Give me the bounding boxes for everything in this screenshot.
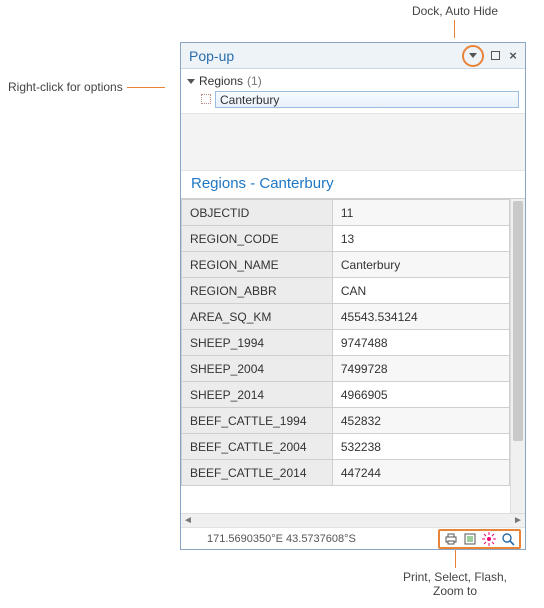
tree-empty-area xyxy=(181,113,525,171)
callout-dock-autohide: Dock, Auto Hide xyxy=(412,4,498,38)
popup-window: Pop-up × Regions (1) Canterbury Regions … xyxy=(180,42,526,550)
callout-bottom-text-2: Zoom to xyxy=(390,584,520,598)
scroll-left-icon[interactable]: ◄ xyxy=(181,515,195,526)
attr-key: BEEF_CATTLE_2004 xyxy=(182,434,333,460)
table-row[interactable]: BEEF_CATTLE_2004532238 xyxy=(182,434,510,460)
attr-key: SHEEP_2014 xyxy=(182,382,333,408)
callout-rightclick: Right-click for options xyxy=(8,80,165,94)
table-row[interactable]: BEEF_CATTLE_2014447244 xyxy=(182,460,510,486)
attr-key: REGION_ABBR xyxy=(182,278,333,304)
select-button[interactable] xyxy=(462,531,478,547)
attr-key: SHEEP_2004 xyxy=(182,356,333,382)
vertical-scrollbar[interactable] xyxy=(510,199,525,513)
print-button[interactable] xyxy=(443,531,459,547)
attr-value[interactable]: 4966905 xyxy=(332,382,509,408)
chevron-down-icon xyxy=(469,53,477,58)
tree-selected-feature[interactable]: Canterbury xyxy=(215,91,519,108)
attr-key: SHEEP_1994 xyxy=(182,330,333,356)
expander-icon xyxy=(187,79,195,84)
table-row[interactable]: SHEEP_20144966905 xyxy=(182,382,510,408)
table-row[interactable]: SHEEP_19949747488 xyxy=(182,330,510,356)
feature-tree: Regions (1) Canterbury xyxy=(181,69,525,111)
attr-key: REGION_CODE xyxy=(182,226,333,252)
attr-key: OBJECTID xyxy=(182,200,333,226)
flash-button[interactable] xyxy=(481,531,497,547)
feature-symbol-icon xyxy=(201,94,211,104)
attr-key: AREA_SQ_KM xyxy=(182,304,333,330)
attr-value[interactable]: 13 xyxy=(332,226,509,252)
attr-value[interactable]: CAN xyxy=(332,278,509,304)
popup-toolbar xyxy=(438,529,521,549)
coordinates-readout: 171.5690350°E 43.5737608°S xyxy=(207,533,356,545)
attr-key: BEEF_CATTLE_1994 xyxy=(182,408,333,434)
attributes-grid: OBJECTID11REGION_CODE13REGION_NAMECanter… xyxy=(181,199,510,513)
attr-key: REGION_NAME xyxy=(182,252,333,278)
table-row[interactable]: BEEF_CATTLE_1994452832 xyxy=(182,408,510,434)
tree-layer-count: (1) xyxy=(247,74,262,88)
callout-left-text: Right-click for options xyxy=(8,80,123,94)
window-title: Pop-up xyxy=(189,48,462,64)
attr-value[interactable]: 45543.534124 xyxy=(332,304,509,330)
attributes-section-title: Regions - Canterbury xyxy=(181,171,525,198)
callout-toolbar: Print, Select, Flash, Zoom to xyxy=(390,546,520,598)
attr-value[interactable]: 532238 xyxy=(332,434,509,460)
callout-bottom-text-1: Print, Select, Flash, xyxy=(390,570,520,584)
window-options-dropdown[interactable] xyxy=(462,45,484,67)
attr-value[interactable]: Canterbury xyxy=(332,252,509,278)
attr-value[interactable]: 447244 xyxy=(332,460,509,486)
attr-key: BEEF_CATTLE_2014 xyxy=(182,460,333,486)
vertical-scrollbar-thumb[interactable] xyxy=(513,201,523,441)
scroll-right-icon[interactable]: ► xyxy=(511,515,525,526)
status-bar: 171.5690350°E 43.5737608°S xyxy=(181,527,525,549)
attr-value[interactable]: 11 xyxy=(332,200,509,226)
attributes-grid-wrap: OBJECTID11REGION_CODE13REGION_NAMECanter… xyxy=(181,198,525,513)
zoom-to-button[interactable] xyxy=(500,531,516,547)
attr-value[interactable]: 7499728 xyxy=(332,356,509,382)
tree-feature-row[interactable]: Canterbury xyxy=(201,90,519,108)
auto-hide-button[interactable] xyxy=(487,48,503,64)
titlebar: Pop-up × xyxy=(181,43,525,69)
tree-layer-row[interactable]: Regions (1) xyxy=(187,73,519,89)
attr-value[interactable]: 9747488 xyxy=(332,330,509,356)
table-row[interactable]: OBJECTID11 xyxy=(182,200,510,226)
table-row[interactable]: REGION_CODE13 xyxy=(182,226,510,252)
tree-layer-name: Regions xyxy=(199,74,243,88)
table-row[interactable]: AREA_SQ_KM45543.534124 xyxy=(182,304,510,330)
horizontal-scrollbar[interactable]: ◄ ► xyxy=(181,513,525,527)
table-row[interactable]: SHEEP_20047499728 xyxy=(182,356,510,382)
table-row[interactable]: REGION_ABBRCAN xyxy=(182,278,510,304)
attributes-table: OBJECTID11REGION_CODE13REGION_NAMECanter… xyxy=(181,199,510,486)
callout-top-text: Dock, Auto Hide xyxy=(412,4,498,18)
table-row[interactable]: REGION_NAMECanterbury xyxy=(182,252,510,278)
attr-value[interactable]: 452832 xyxy=(332,408,509,434)
close-button[interactable]: × xyxy=(505,48,521,64)
